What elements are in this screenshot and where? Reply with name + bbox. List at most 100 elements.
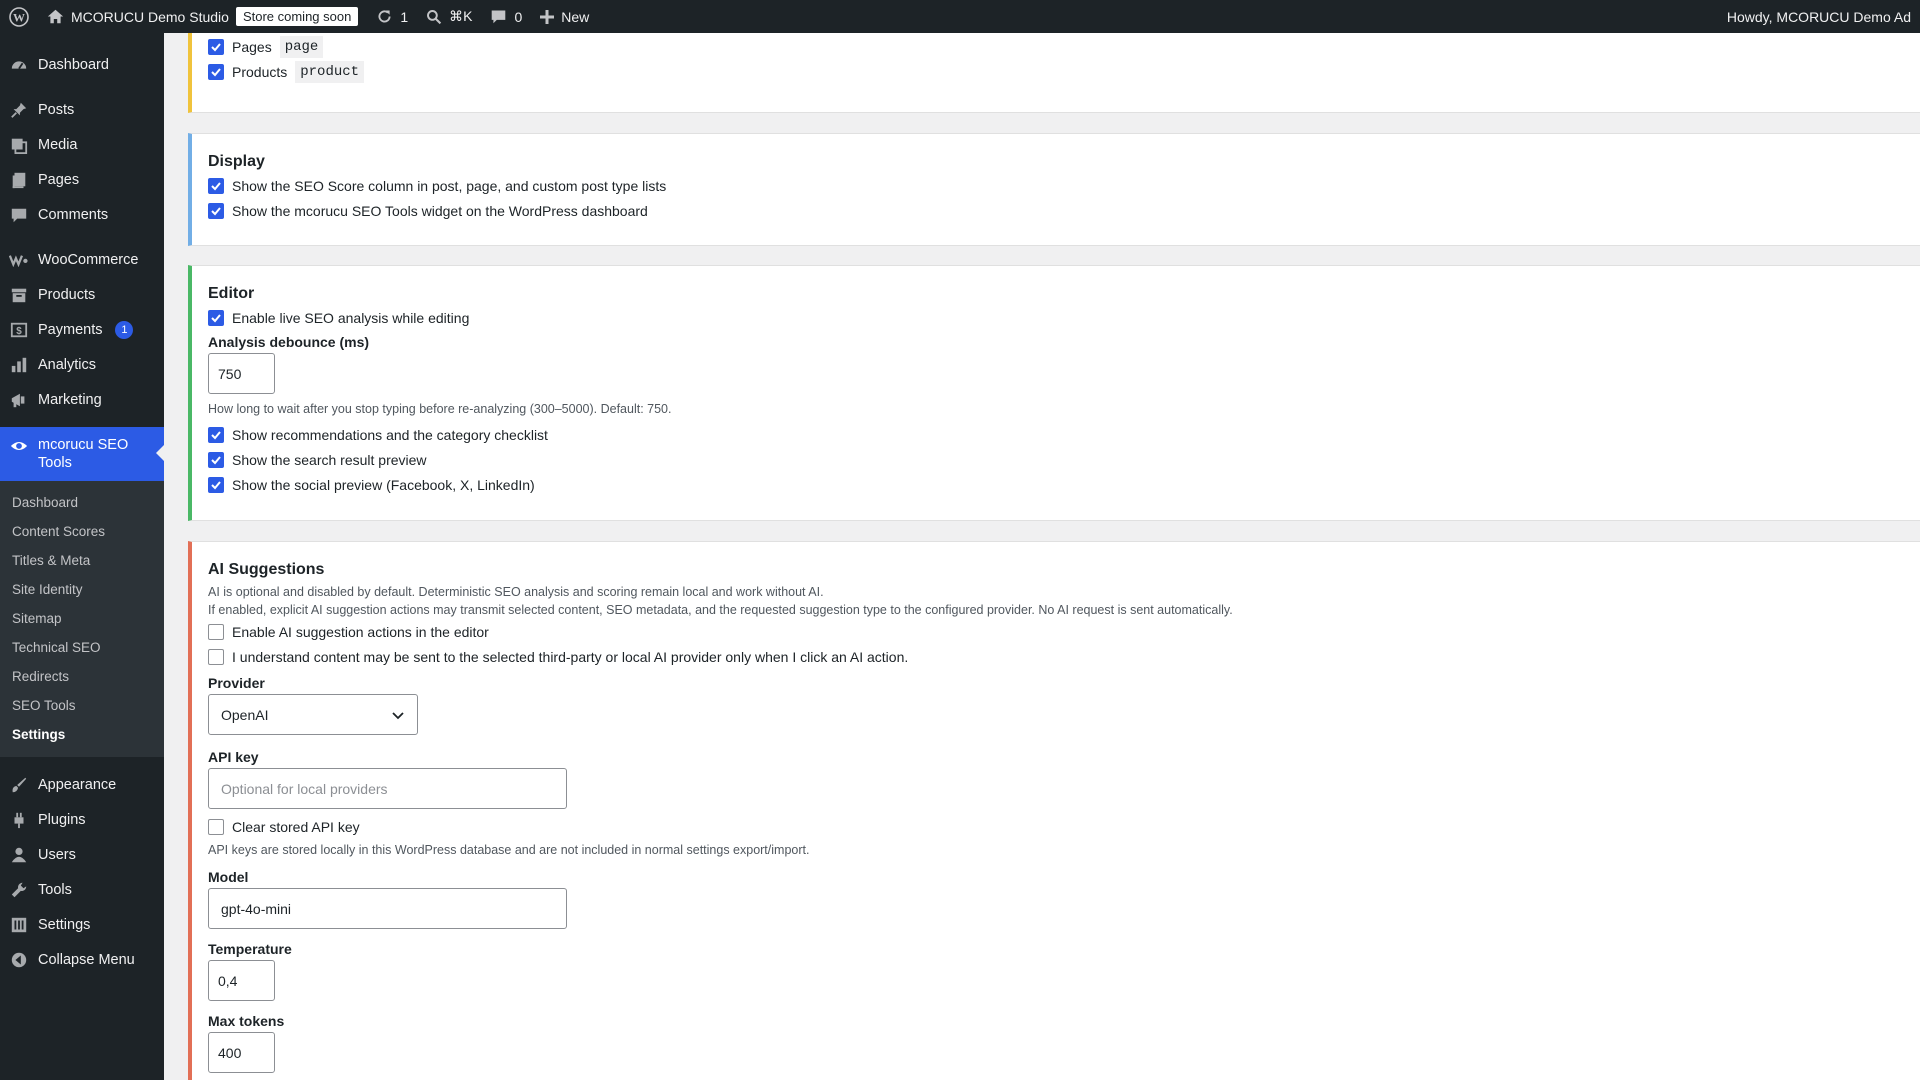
refresh-icon bbox=[378, 10, 391, 23]
comment-icon bbox=[492, 10, 506, 24]
provider-label: Provider bbox=[208, 675, 265, 691]
menu-appearance[interactable]: Appearance bbox=[0, 767, 164, 802]
wrench-icon bbox=[9, 880, 28, 899]
option-row: Show the search result preview bbox=[208, 447, 1920, 472]
menu-settings[interactable]: Settings bbox=[0, 907, 164, 942]
submenu-sitemap[interactable]: Sitemap bbox=[0, 604, 164, 633]
menu-woocommerce[interactable]: WooCommerce bbox=[0, 242, 164, 277]
home-icon bbox=[47, 9, 64, 24]
plugin-icon bbox=[9, 810, 28, 829]
checkbox-dashboard-widget[interactable] bbox=[208, 202, 224, 219]
option-row: Clear stored API key bbox=[208, 814, 1920, 839]
api-key-input[interactable]: Optional for local providers bbox=[208, 768, 567, 809]
checkbox-search-preview[interactable] bbox=[208, 451, 224, 468]
howdy-text: Howdy, MCORUCU Demo Ad bbox=[1726, 8, 1911, 25]
search-link[interactable]: ⌘K bbox=[417, 0, 481, 33]
provider-select[interactable]: OpenAI bbox=[208, 694, 418, 735]
max-tokens-label: Max tokens bbox=[208, 1013, 285, 1029]
submenu-content-scores[interactable]: Content Scores bbox=[0, 517, 164, 546]
plus-icon bbox=[540, 9, 555, 24]
menu-analytics[interactable]: Analytics bbox=[0, 347, 164, 382]
settings-icon bbox=[9, 915, 28, 934]
submenu-seo-tools[interactable]: SEO Tools bbox=[0, 691, 164, 720]
submenu-dashboard[interactable]: Dashboard bbox=[0, 488, 164, 517]
display-card: Display Show the SEO Score column in pos… bbox=[188, 133, 1920, 246]
menu-dashboard[interactable]: Dashboard bbox=[0, 47, 164, 82]
section-title: AI Suggestions bbox=[208, 561, 325, 578]
max-tokens-input[interactable]: 400 bbox=[208, 1032, 275, 1073]
option-row: Enable AI suggestion actions in the edit… bbox=[208, 619, 1920, 644]
user-icon bbox=[9, 845, 28, 864]
search-icon bbox=[427, 9, 442, 24]
submenu-site-identity[interactable]: Site Identity bbox=[0, 575, 164, 604]
option-row: Show the social preview (Facebook, X, Li… bbox=[208, 472, 1920, 497]
admin-bar: W MCORUCU Demo Studio Store coming soon … bbox=[0, 0, 1920, 33]
archive-icon bbox=[9, 285, 28, 304]
temperature-input[interactable]: 0,4 bbox=[208, 960, 275, 1001]
menu-posts[interactable]: Posts bbox=[0, 92, 164, 127]
checkbox-pages[interactable] bbox=[208, 38, 224, 55]
checkbox-enable-ai[interactable] bbox=[208, 623, 224, 640]
menu-payments[interactable]: $ Payments 1 bbox=[0, 312, 164, 347]
menu-users[interactable]: Users bbox=[0, 837, 164, 872]
menu-comments[interactable]: Comments bbox=[0, 197, 164, 232]
checkbox-clear-api-key[interactable] bbox=[208, 818, 224, 835]
svg-text:$: $ bbox=[16, 326, 22, 337]
pages-icon bbox=[9, 170, 28, 189]
chevron-down-icon bbox=[392, 711, 404, 719]
checkbox-social-preview[interactable] bbox=[208, 476, 224, 493]
menu-mcorucu-seo-tools[interactable]: mcorucu SEO Tools bbox=[0, 427, 164, 481]
option-row: Show the SEO Score column in post, page,… bbox=[208, 173, 1920, 198]
wordpress-icon: W bbox=[9, 6, 29, 27]
section-title: Editor bbox=[208, 285, 255, 302]
post-type-code: product bbox=[295, 60, 365, 83]
eye-icon bbox=[9, 436, 28, 455]
menu-collapse[interactable]: Collapse Menu bbox=[0, 942, 164, 977]
new-content-link[interactable]: New bbox=[531, 0, 598, 33]
comments-link[interactable]: 0 bbox=[481, 0, 531, 33]
ai-description: If enabled, explicit AI suggestion actio… bbox=[208, 603, 1233, 617]
menu-tools[interactable]: Tools bbox=[0, 872, 164, 907]
media-icon bbox=[9, 135, 28, 154]
updates-count: 1 bbox=[400, 8, 409, 25]
checkbox-live-analysis[interactable] bbox=[208, 309, 224, 326]
section-title: Display bbox=[208, 153, 265, 170]
option-row: I understand content may be sent to the … bbox=[208, 644, 1920, 669]
menu-marketing[interactable]: Marketing bbox=[0, 382, 164, 417]
checkbox-ai-consent[interactable] bbox=[208, 648, 224, 665]
api-key-help: API keys are stored locally in this Word… bbox=[208, 843, 810, 857]
option-row: Show the mcorucu SEO Tools widget on the… bbox=[208, 198, 1920, 223]
menu-pages[interactable]: Pages bbox=[0, 162, 164, 197]
megaphone-icon bbox=[9, 390, 28, 409]
editor-card: Editor Enable live SEO analysis while ed… bbox=[188, 265, 1920, 521]
menu-media[interactable]: Media bbox=[0, 127, 164, 162]
model-label: Model bbox=[208, 869, 249, 885]
payment-icon: $ bbox=[9, 320, 28, 339]
woocommerce-icon bbox=[9, 250, 28, 269]
svg-text:W: W bbox=[13, 10, 25, 24]
updates-link[interactable]: 1 bbox=[367, 0, 417, 33]
post-type-row-pages: Pages page bbox=[208, 34, 1920, 59]
post-types-card: Pages page Products product bbox=[188, 33, 1920, 113]
menu-plugins[interactable]: Plugins bbox=[0, 802, 164, 837]
submenu-settings[interactable]: Settings bbox=[0, 720, 164, 749]
bar-chart-icon bbox=[9, 355, 28, 374]
checkbox-seo-score-column[interactable] bbox=[208, 177, 224, 194]
wordpress-logo[interactable]: W bbox=[0, 0, 38, 33]
store-status-badge[interactable]: Store coming soon bbox=[235, 7, 359, 26]
user-account-menu[interactable]: Howdy, MCORUCU Demo Ad bbox=[1718, 0, 1920, 33]
debounce-input[interactable]: 750 bbox=[208, 353, 275, 394]
main-content: Pages page Products product Display Show… bbox=[164, 33, 1920, 1080]
model-input[interactable]: gpt-4o-mini bbox=[208, 888, 567, 929]
checkbox-recommendations[interactable] bbox=[208, 426, 224, 443]
admin-sidebar: Dashboard Posts Media Pages Comments Woo… bbox=[0, 33, 164, 1080]
site-name-link[interactable]: MCORUCU Demo Studio Store coming soon bbox=[38, 0, 367, 33]
submenu-technical-seo[interactable]: Technical SEO bbox=[0, 633, 164, 662]
submenu-redirects[interactable]: Redirects bbox=[0, 662, 164, 691]
provider-value: OpenAI bbox=[221, 706, 269, 723]
comment-icon bbox=[9, 205, 28, 224]
submenu-titles-meta[interactable]: Titles & Meta bbox=[0, 546, 164, 575]
menu-products[interactable]: Products bbox=[0, 277, 164, 312]
ai-suggestions-card: AI Suggestions AI is optional and disabl… bbox=[188, 541, 1920, 1080]
checkbox-products[interactable] bbox=[208, 63, 224, 80]
